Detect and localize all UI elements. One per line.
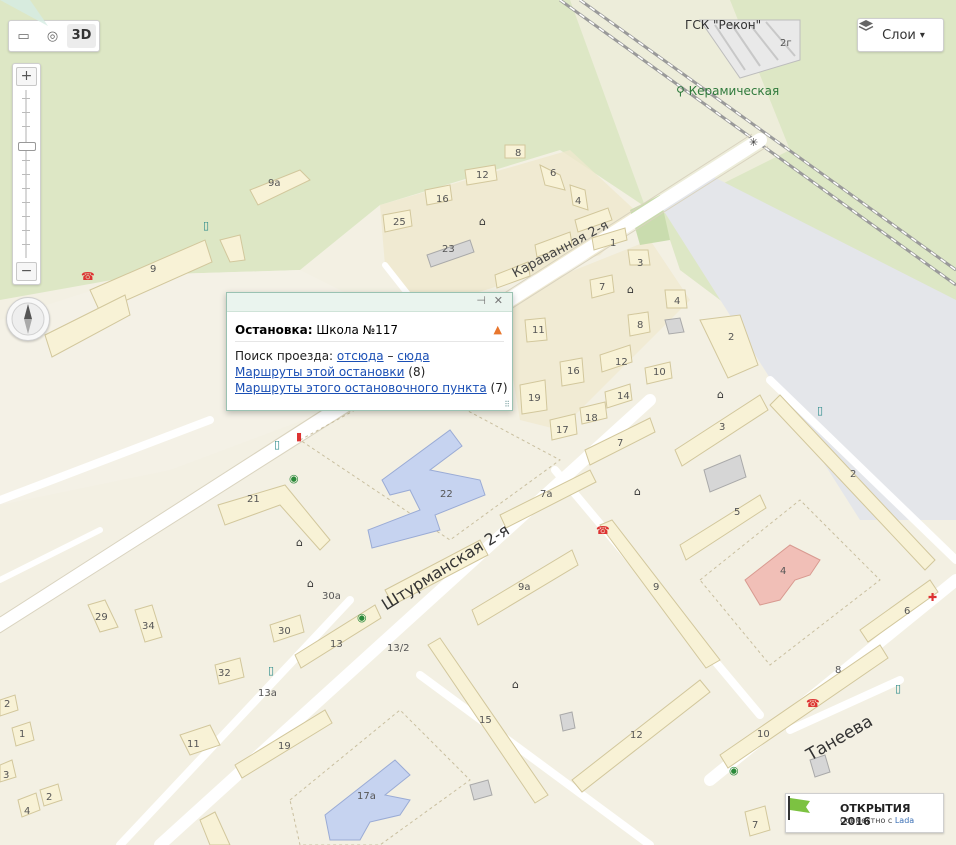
bus-stop-icon[interactable]: ▯ [274,438,280,451]
3d-button[interactable]: 3D [67,24,96,48]
school-icon[interactable]: ⌂ [627,283,634,296]
flag-icon [788,796,810,820]
rail-crossing-icon[interactable]: ✳ [749,136,758,149]
popup-divider [235,341,504,342]
bus-stop-icon[interactable]: ▯ [268,664,274,677]
zoom-tick [22,174,30,175]
zoom-tick [22,98,30,99]
chevron-down-icon: ▾ [919,29,925,41]
popup-title: Остановка: Школа №117 [235,323,398,337]
shop-icon[interactable]: ◉ [729,764,739,777]
phone-icon[interactable]: ☎ [806,697,820,710]
poi-markers: ▯ ▮ ▯ ▯ ▯ ▯ ✚ ☎ ☎ ☎ ◉ ◉ ◉ ⌂ ⌂ ⌂ ⌂ ⌂ ⌂ ⌂ … [0,0,956,845]
zoom-tick [22,126,30,127]
school-icon[interactable]: ⌂ [307,577,314,590]
search-route-label: Поиск проезда: [235,349,334,363]
school-icon[interactable]: ⌂ [479,215,486,228]
zoom-tick [22,160,30,161]
zoom-tick [22,244,30,245]
zoom-in-button[interactable]: + [16,67,37,86]
shop-icon[interactable]: ◉ [289,472,299,485]
compass[interactable] [6,297,50,341]
route-to-link[interactable]: сюда [397,349,429,363]
bus-stop-icon[interactable]: ▯ [817,404,823,417]
zoom-tick [22,188,30,189]
phone-icon[interactable]: ☎ [596,524,610,537]
zoom-handle[interactable] [18,142,36,151]
zoom-control: + − [12,63,41,285]
bus-stop-icon[interactable]: ▯ [203,219,209,232]
promo-subtitle-text: Совместно с [840,816,893,825]
traffic-icon[interactable]: ◎ [38,29,67,44]
promo-brand: Lada [894,816,915,825]
point-routes-link[interactable]: Маршруты этого остановочного пункта [235,381,487,395]
layers-button[interactable]: Слои ▾ [857,18,944,52]
stop-popup: ⊣ ✕ Остановка: Школа №117 ▲ Поиск проезд… [226,292,513,411]
point-routes-count: (7) [490,381,508,395]
close-icon[interactable]: ✕ [494,294,503,307]
zoom-tick [22,112,30,113]
zoom-tick [22,216,30,217]
popup-tail [0,0,48,26]
pharmacy-icon[interactable]: ☎ [81,270,95,283]
hospital-icon[interactable]: ✚ [928,591,937,604]
popup-body: Поиск проезда: отсюда – сюда Маршруты эт… [235,348,508,396]
stop-routes-link[interactable]: Маршруты этой остановки [235,365,404,379]
bus-stop-icon-selected[interactable]: ▮ [296,430,302,443]
warning-icon[interactable]: ▲ [494,323,502,336]
shop-icon[interactable]: ◉ [357,611,367,624]
school-icon[interactable]: ⌂ [512,678,519,691]
pin-icon[interactable]: ⊣ [476,294,486,307]
route-from-link[interactable]: отсюда [337,349,384,363]
resize-grip-icon[interactable]: ⠿ [504,400,510,409]
bus-stop-icon[interactable]: ▯ [895,682,901,695]
school-icon[interactable]: ⌂ [634,485,641,498]
map-canvas[interactable]: Караванная 2-я Штурманская 2-я Танеева Г… [0,0,956,845]
zoom-out-button[interactable]: − [16,262,37,281]
promo-banner[interactable]: ОТКРЫТИЯ 2016 Совместно с Lada [785,793,944,833]
popup-title-label: Остановка: [235,323,313,337]
layers-label: Слои [882,27,916,43]
popup-header: ⊣ ✕ [227,293,512,312]
zoom-tick [22,230,30,231]
promo-subtitle: Совместно с Lada [840,816,914,825]
stop-routes-count: (8) [408,365,426,379]
dash: – [387,349,394,363]
popup-title-value: Школа №117 [316,323,399,337]
zoom-tick [22,202,30,203]
school-icon[interactable]: ⌂ [296,536,303,549]
ruler-icon[interactable]: ▭ [9,29,38,44]
compass-needle-icon [11,302,45,336]
school-icon[interactable]: ⌂ [717,388,724,401]
